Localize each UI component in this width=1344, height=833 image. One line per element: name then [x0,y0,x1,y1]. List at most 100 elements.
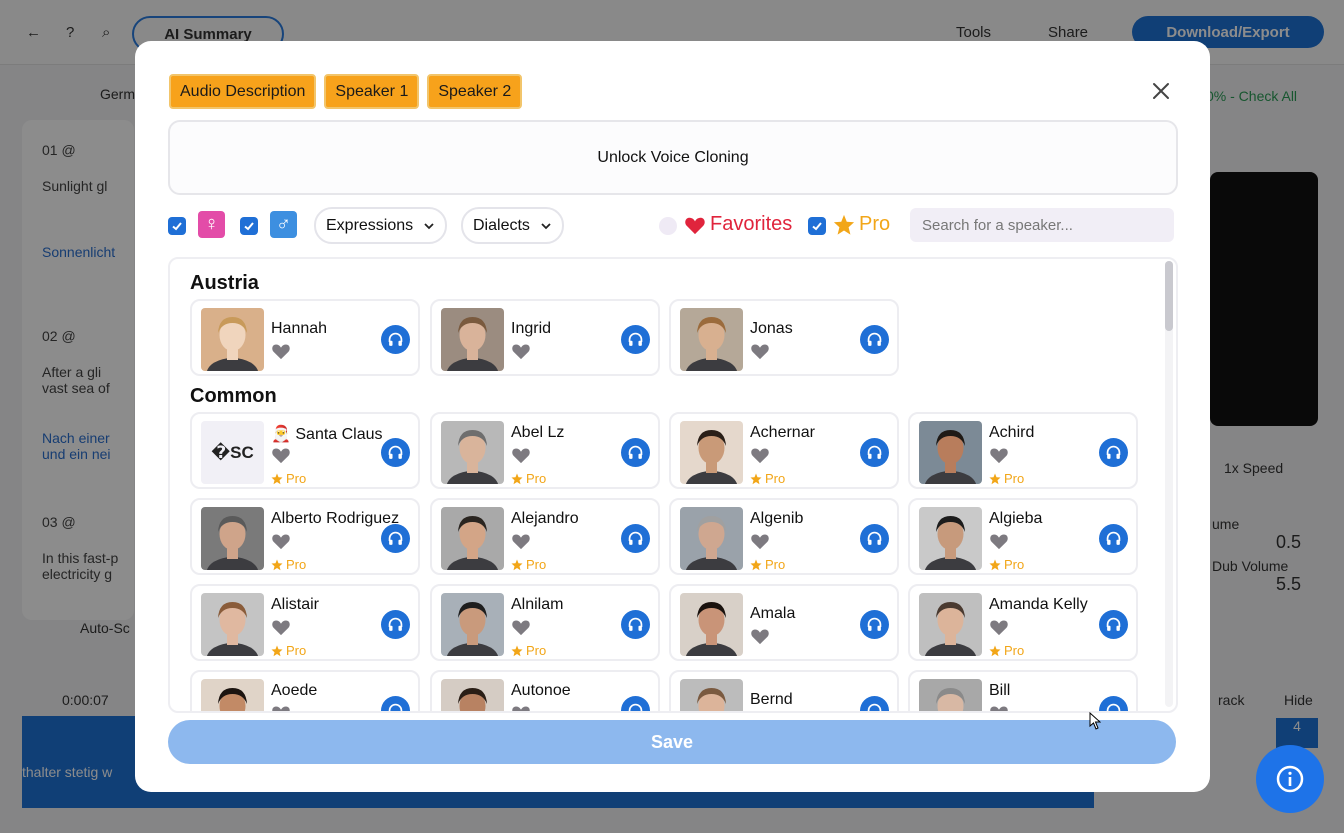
headphones-icon [628,332,643,346]
heart-icon[interactable] [750,342,770,360]
heart-icon[interactable] [271,704,291,713]
speaker-card[interactable]: BillPro [908,670,1138,713]
heart-icon[interactable] [271,618,291,636]
expressions-dropdown[interactable]: Expressions [314,207,448,244]
avatar [919,421,982,484]
dialects-dropdown[interactable]: Dialects [461,207,564,244]
speaker-card[interactable]: Algieba Pro [908,498,1138,575]
preview-voice-button[interactable] [860,438,889,467]
pro-badge-label: Pro [765,471,786,486]
avatar [441,593,504,656]
preview-voice-button[interactable] [381,696,410,711]
preview-voice-button[interactable] [621,524,650,553]
unlock-voice-cloning-button[interactable]: Unlock Voice Cloning [168,120,1178,195]
heart-icon[interactable] [271,342,291,360]
speaker-search-input[interactable] [910,208,1174,242]
heart-icon[interactable] [271,532,291,550]
preview-voice-button[interactable] [621,325,650,354]
preview-voice-button[interactable] [1099,696,1128,711]
info-button[interactable] [1256,745,1324,813]
headphones-icon [867,617,882,631]
pro-checkbox[interactable] [808,217,826,235]
heart-icon[interactable] [750,627,770,645]
male-checkbox[interactable] [240,217,258,235]
heart-icon[interactable] [511,342,531,360]
heart-icon[interactable] [989,532,1009,550]
speaker-card[interactable]: Abel Lz Pro [430,412,660,489]
heart-icon[interactable] [750,532,770,550]
speaker-card[interactable]: AutonoePro [430,670,660,713]
avatar: �SC [201,421,264,484]
female-checkbox[interactable] [168,217,186,235]
speaker-name: Bernd [750,691,793,708]
favorites-label: Favorites [710,213,793,235]
heart-icon[interactable] [271,446,291,464]
preview-voice-button[interactable] [1099,524,1128,553]
speaker-card[interactable]: Achernar Pro [669,412,899,489]
heart-icon[interactable] [989,704,1009,713]
heart-icon[interactable] [511,532,531,550]
preview-voice-button[interactable] [860,325,889,354]
avatar [919,507,982,570]
preview-voice-button[interactable] [621,696,650,711]
speaker-card[interactable]: Alberto Rodriguez Pro [190,498,420,575]
check-icon [244,222,254,231]
avatar [201,308,264,371]
scrollbar-thumb[interactable] [1165,261,1173,331]
preview-voice-button[interactable] [621,610,650,639]
preview-voice-button[interactable] [860,696,889,711]
speaker-card[interactable]: Achird Pro [908,412,1138,489]
heart-icon[interactable] [511,704,531,713]
speaker-card[interactable]: Bernd [669,670,899,711]
speaker-card[interactable]: Alejandro Pro [430,498,660,575]
close-button[interactable] [1147,77,1175,105]
preview-voice-button[interactable] [381,524,410,553]
headphones-icon [867,703,882,711]
headphones-icon [388,617,403,631]
tag-speaker-1[interactable]: Speaker 1 [324,74,420,109]
avatar [441,421,504,484]
heart-icon[interactable] [989,618,1009,636]
avatar [441,507,504,570]
speaker-name: Achernar [750,424,815,441]
female-icon: ♀ [198,211,225,238]
heart-icon[interactable] [989,446,1009,464]
speaker-card[interactable]: �SC 🎅 Santa Claus Pro [190,412,420,489]
star-icon [271,645,283,656]
speaker-card[interactable]: Algenib Pro [669,498,899,575]
speaker-card[interactable]: Amala [669,584,899,661]
preview-voice-button[interactable] [381,325,410,354]
headphones-icon [628,703,643,711]
pro-badge: Pro [750,557,785,572]
heart-icon[interactable] [511,446,531,464]
save-button[interactable]: Save [168,720,1176,764]
headphones-icon [388,531,403,545]
speaker-name: Jonas [750,320,793,337]
preview-voice-button[interactable] [860,524,889,553]
heart-icon[interactable] [511,618,531,636]
speaker-name: Autonoe [511,682,571,699]
speaker-card[interactable]: Hannah [190,299,420,376]
voice-selection-modal: Audio Description Speaker 1 Speaker 2 Un… [135,41,1210,792]
headphones-icon [867,445,882,459]
speaker-list[interactable]: Austria Common Hannah Ingrid Jonas �SC 🎅 San… [168,257,1178,713]
preview-voice-button[interactable] [860,610,889,639]
speaker-card[interactable]: Alnilam Pro [430,584,660,661]
favorites-filter[interactable]: Favorites [684,213,792,236]
speaker-card[interactable]: Amanda Kelly Pro [908,584,1138,661]
heart-icon[interactable] [750,446,770,464]
tag-speaker-2[interactable]: Speaker 2 [427,74,523,109]
pro-filter[interactable]: Pro [833,213,890,236]
preview-voice-button[interactable] [381,438,410,467]
preview-voice-button[interactable] [1099,438,1128,467]
preview-voice-button[interactable] [621,438,650,467]
favorites-checkbox[interactable] [659,217,677,235]
avatar [680,593,743,656]
speaker-card[interactable]: Ingrid [430,299,660,376]
speaker-card[interactable]: AoedePro [190,670,420,713]
preview-voice-button[interactable] [381,610,410,639]
preview-voice-button[interactable] [1099,610,1128,639]
speaker-card[interactable]: Jonas [669,299,899,376]
tag-audio-description[interactable]: Audio Description [169,74,317,109]
speaker-card[interactable]: Alistair Pro [190,584,420,661]
